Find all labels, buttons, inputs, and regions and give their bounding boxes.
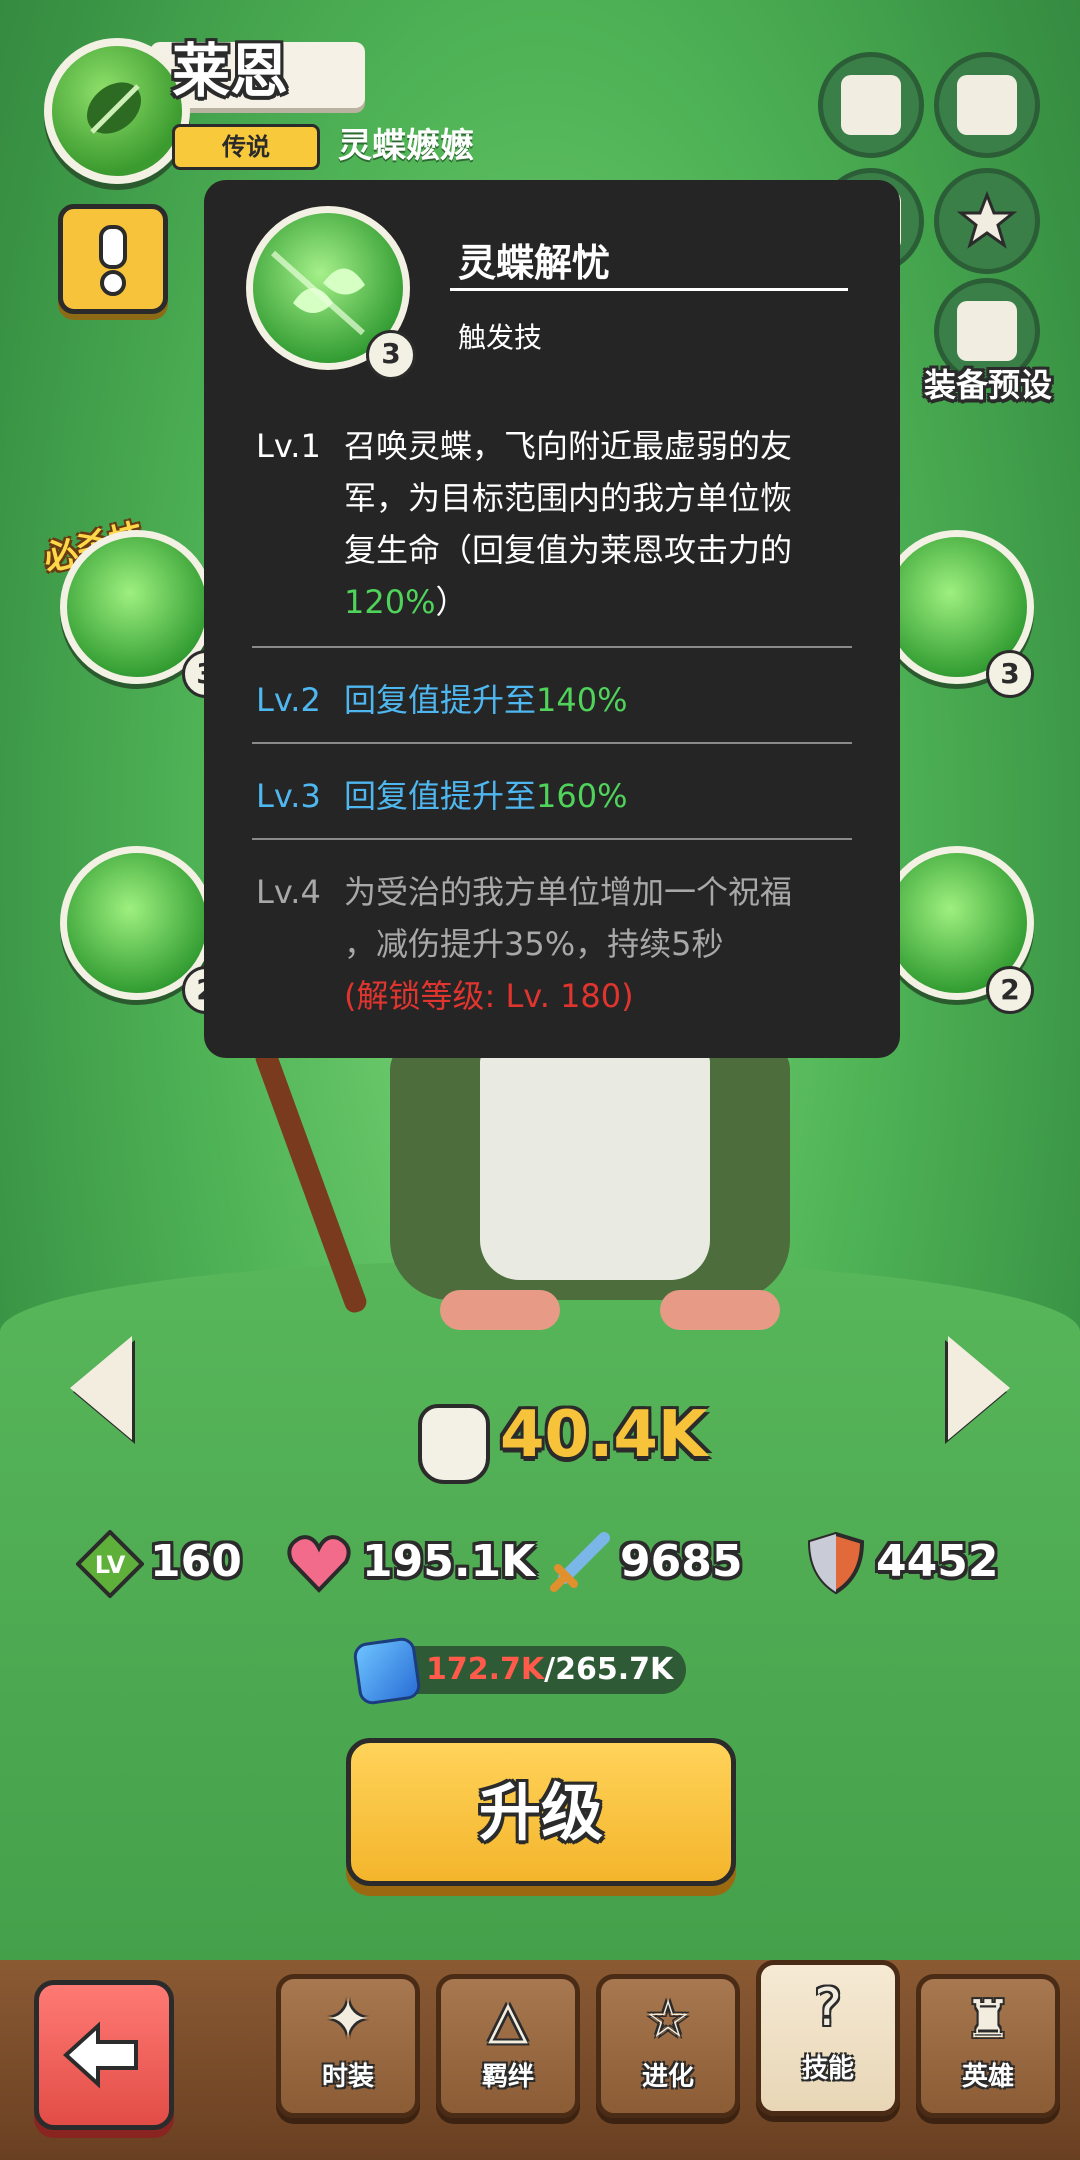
alert-button[interactable] <box>58 204 168 314</box>
divider-3 <box>252 838 852 840</box>
level-1-desc-tail: ） <box>435 583 468 621</box>
level-2-percent: 140% <box>536 681 628 719</box>
level-1-desc-line3: 复生命（回复值为莱恩攻击力的 <box>344 531 793 569</box>
level-3-percent: 160% <box>536 777 628 815</box>
level-1-percent: 120% <box>344 583 436 621</box>
level-4-label: Lv.4 <box>256 873 321 911</box>
skill-level-right-bottom: 2 <box>986 966 1034 1014</box>
sword-icon <box>548 1530 612 1598</box>
fist-power-icon <box>418 1404 490 1484</box>
quest-list-button[interactable] <box>934 52 1040 158</box>
hero-apron <box>480 1050 710 1280</box>
level-3-row: Lv.3 回复值提升至160% <box>256 770 856 822</box>
hero-foot-right <box>660 1290 780 1330</box>
level-4-unlock: (解锁等级: Lv. 180) <box>344 977 634 1015</box>
exp-max: /265.7K <box>544 1652 674 1687</box>
star-refresh-icon <box>956 190 1018 249</box>
hero-attack: 9685 <box>620 1536 743 1587</box>
exp-crystal-icon <box>351 1635 423 1707</box>
exp-value: 172.7K/265.7K <box>426 1652 673 1687</box>
rarity-badge: 传说 <box>172 124 320 170</box>
tab-bond-label: 羁绊 <box>481 2062 534 2092</box>
alert-icon <box>99 225 127 296</box>
heart-icon <box>286 1532 352 1598</box>
level-1-label: Lv.1 <box>256 427 321 465</box>
costume-icon: ✦ <box>326 1990 370 2050</box>
level-3-label: Lv.3 <box>256 777 321 815</box>
next-hero-arrow[interactable] <box>948 1336 1010 1440</box>
hero-name: 莱恩 <box>172 37 289 105</box>
hero-helmet-icon: ♜ <box>964 1990 1012 2050</box>
tab-costume-label: 时装 <box>321 2062 374 2092</box>
bond-icon: △ <box>488 1990 528 2050</box>
level-2-row: Lv.2 回复值提升至140% <box>256 674 856 726</box>
hero-foot-left <box>440 1290 560 1330</box>
leaf-element-icon <box>44 38 190 184</box>
tab-evolve-label: 进化 <box>641 2062 694 2092</box>
exp-current: 172.7K <box>426 1652 545 1687</box>
equipment-preset-label: 装备预设 <box>923 366 1052 404</box>
level-1-desc-line1: 召唤灵蝶，飞向附近最虚弱的友 <box>344 427 793 465</box>
level-4-desc-line2: ，减伤提升35%，持续5秒 <box>344 925 724 963</box>
level-4-desc-line1: 为受治的我方单位增加一个祝福 <box>344 873 793 911</box>
level-2-desc: 回复值提升至 <box>344 681 537 719</box>
star-swap-button[interactable] <box>934 168 1040 274</box>
skill-level-right-top: 3 <box>986 650 1034 698</box>
tab-skill-label: 技能 <box>801 2054 854 2084</box>
tooltip-skill-level: 3 <box>366 330 416 380</box>
tooltip-skill-type: 触发技 <box>458 321 543 354</box>
divider-1 <box>252 646 852 648</box>
level-3-desc: 回复值提升至 <box>344 777 537 815</box>
shirt-gear-icon <box>957 301 1017 361</box>
divider-2 <box>252 742 852 744</box>
back-arrow-icon <box>62 2020 142 2102</box>
scroll-button[interactable] <box>818 52 924 158</box>
hero-level: 160 <box>150 1536 242 1587</box>
tooltip-title-underline <box>450 288 848 291</box>
hero-hp: 195.1K <box>362 1536 536 1587</box>
combat-power: 40.4K <box>500 1398 708 1472</box>
level-icon: LV <box>75 1529 145 1602</box>
hero-title: 灵蝶嬷嬷 <box>338 126 474 166</box>
level-2-label: Lv.2 <box>256 681 321 719</box>
evolve-star-icon: ☆ <box>644 1990 692 2050</box>
document-icon <box>957 75 1017 135</box>
level-icon-text: LV <box>95 1551 126 1579</box>
tooltip-skill-name: 灵蝶解忧 <box>458 241 611 285</box>
hero-defense: 4452 <box>876 1536 999 1587</box>
tab-hero-label: 英雄 <box>961 2062 1014 2092</box>
upgrade-label: 升级 <box>478 1776 603 1849</box>
scroll-icon <box>841 75 901 135</box>
prev-hero-arrow[interactable] <box>70 1336 132 1440</box>
level-1-row: Lv.1 召唤灵蝶，飞向附近最虚弱的友 军，为目标范围内的我方单位恢 复生命（回复值为… <box>256 420 856 628</box>
level-4-row: Lv.4 为受治的我方单位增加一个祝福 ，减伤提升35%，持续5秒 (解锁等级: Lv… <box>256 866 856 1022</box>
shield-icon <box>806 1530 866 1600</box>
level-1-desc-line2: 军，为目标范围内的我方单位恢 <box>344 479 793 517</box>
skill-icon: ? <box>814 1978 842 2038</box>
